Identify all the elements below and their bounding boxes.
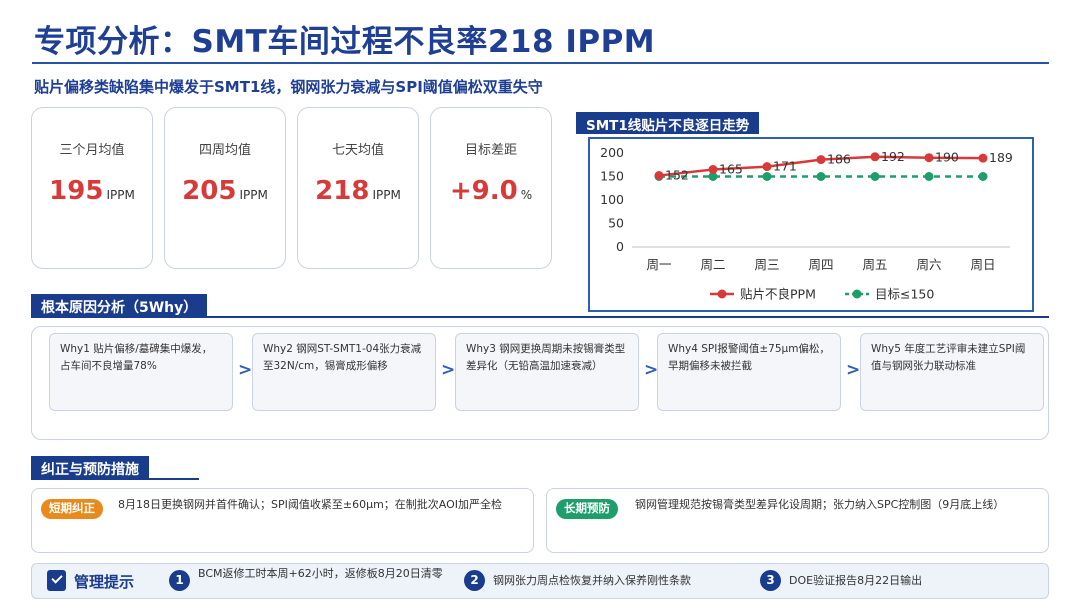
- kpi-card-target-gap: 目标差距 +9.0%: [430, 107, 552, 269]
- long-term-text: 钢网管理规范按锡膏类型差异化设周期；张力纳入SPC控制图（9月底上线）: [635, 498, 1005, 511]
- y-tick-label: 50: [608, 216, 624, 231]
- x-tick-label: 周六: [916, 257, 941, 272]
- title-divider: [32, 62, 1049, 64]
- trend-chart-svg: 0 50 100 150 200 周一 周二 周三 周四 周五 周六 周日 152 165 171 186 19…: [600, 145, 1013, 302]
- kpi-value: 195: [49, 176, 104, 206]
- tip-number-1: 1: [169, 570, 190, 591]
- chevron-right-icon: >: [238, 360, 253, 380]
- y-tick-label: 100: [600, 192, 624, 207]
- long-term-box: 长期预防 钢网管理规范按锡膏类型差异化设周期；张力纳入SPC控制图（9月底上线）: [546, 488, 1049, 553]
- x-tick-label: 周二: [700, 257, 725, 272]
- legend-swatch-marker: [852, 289, 862, 299]
- why-card-5: Why5 年度工艺评审未建立SPI阈值与钢网张力联动标准: [860, 333, 1044, 411]
- chart-title-tag: SMT1线贴片不良逐日走势: [576, 112, 760, 134]
- x-tick-label: 周三: [754, 257, 779, 272]
- section-tag-capa: 纠正与预防措施: [31, 456, 149, 480]
- clipboard-check-icon: [47, 570, 66, 591]
- x-tick-label: 周五: [862, 257, 887, 272]
- target-point: [870, 172, 880, 181]
- why-card-2: Why2 钢网ST-SMT1-04张力衰减至32N/cm，锡膏成形偏移: [252, 333, 436, 411]
- tip-text-3: DOE验证报告8月22日输出: [789, 574, 923, 587]
- kpi-unit: IPPM: [106, 188, 135, 202]
- kpi-value: +9.0: [449, 176, 518, 206]
- management-title: 管理提示: [74, 573, 135, 591]
- tip-number-2: 2: [464, 570, 485, 591]
- legend-label: 目标≤150: [875, 287, 934, 302]
- chevron-right-icon: >: [441, 360, 456, 380]
- defect-ppm-point: [762, 162, 772, 172]
- defect-ppm-point: [924, 153, 934, 163]
- kpi-label: 三个月均值: [59, 143, 125, 158]
- x-tick-label: 周四: [808, 257, 833, 272]
- kpi-card-4week: 四周均值 205 IPPM: [164, 107, 286, 269]
- short-term-box: 短期纠正 8月18日更换钢网并首件确认；SPI阈值收紧至±60μm；在制批次AO…: [31, 488, 534, 553]
- data-label: 152: [665, 168, 689, 183]
- defect-ppm-point: [816, 155, 826, 165]
- short-term-text: 8月18日更换钢网并首件确认；SPI阈值收紧至±60μm；在制批次AOI加严全检: [118, 498, 503, 511]
- defect-ppm-point: [870, 152, 880, 162]
- kpi-value: 218: [315, 176, 370, 206]
- data-label: 192: [881, 149, 905, 164]
- defect-ppm-point: [654, 171, 664, 181]
- legend-swatch-marker: [717, 289, 727, 299]
- data-label: 171: [773, 159, 797, 174]
- y-tick-label: 200: [600, 145, 624, 160]
- tip-text-1: BCM返修工时本周+62小时，返修板8月20日清零: [198, 567, 443, 580]
- y-tick-label: 150: [600, 169, 624, 184]
- target-point: [978, 172, 988, 181]
- why-card-4: Why4 SPI报警阈值±75μm偏松，早期偏移未被拦截: [657, 333, 841, 411]
- data-label: 190: [935, 150, 959, 165]
- x-tick-label: 周日: [970, 257, 995, 272]
- long-term-badge: 长期预防: [556, 499, 618, 519]
- short-term-badge: 短期纠正: [41, 499, 103, 519]
- target-point: [924, 172, 934, 181]
- kpi-unit: IPPM: [372, 188, 401, 202]
- y-tick-label: 0: [616, 239, 624, 254]
- data-label: 189: [989, 150, 1013, 165]
- trend-chart: 0 50 100 150 200 周一 周二 周三 周四 周五 周六 周日 152 165 171 186 19…: [588, 137, 1034, 312]
- kpi-card-3month: 三个月均值 195 IPPM: [31, 107, 153, 269]
- page-title: 专项分析：SMT车间过程不良率218 IPPM: [34, 24, 656, 60]
- why-card-1: Why1 贴片偏移/墓碑集中爆发，占车间不良增量78%: [49, 333, 233, 411]
- page-subtitle: 贴片偏移类缺陷集中爆发于SMT1线，钢网张力衰减与SPI阈值偏松双重失守: [34, 78, 543, 96]
- section-tag-5why: 根本原因分析（5Why）: [31, 294, 208, 318]
- kpi-card-7day: 七天均值 218 IPPM: [297, 107, 419, 269]
- kpi-label: 四周均值: [198, 143, 251, 158]
- target-point: [816, 172, 826, 181]
- why-card-3: Why3 钢网更换周期未按锡膏类型差异化（无铅高温加速衰减）: [455, 333, 639, 411]
- defect-ppm-point: [708, 164, 718, 174]
- chevron-right-icon: >: [846, 360, 861, 380]
- legend-label: 贴片不良PPM: [740, 287, 816, 302]
- data-label: 186: [827, 152, 851, 167]
- kpi-unit: IPPM: [239, 188, 268, 202]
- target-point: [762, 172, 772, 181]
- kpi-label: 七天均值: [331, 143, 384, 158]
- kpi-unit: %: [520, 188, 533, 202]
- tip-number-3: 3: [760, 570, 781, 591]
- data-label: 165: [719, 161, 743, 176]
- x-tick-label: 周一: [646, 257, 671, 272]
- kpi-value: 205: [182, 176, 237, 206]
- defect-ppm-point: [978, 153, 988, 163]
- kpi-label: 目标差距: [464, 143, 517, 158]
- tip-text-2: 钢网张力周点检恢复并纳入保养刚性条款: [493, 574, 691, 587]
